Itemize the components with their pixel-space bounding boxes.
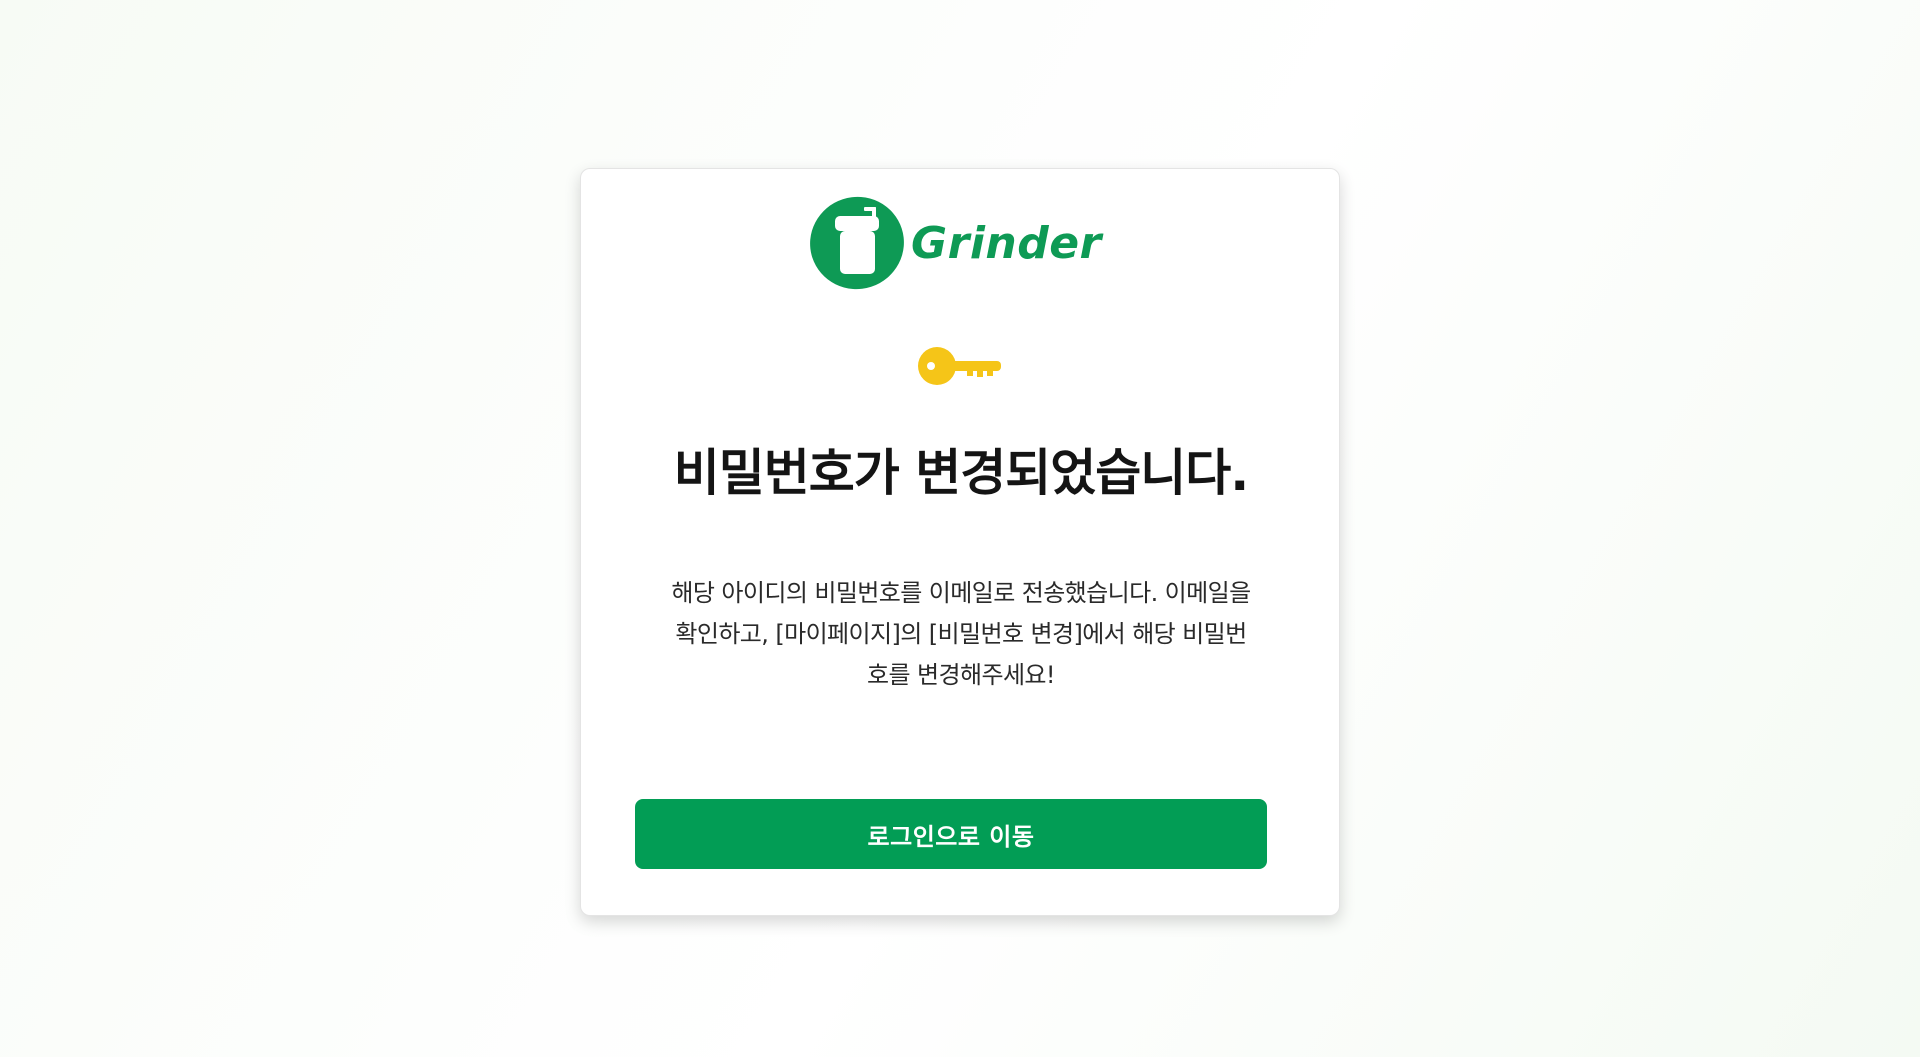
key-icon bbox=[918, 347, 1001, 385]
password-changed-card: Grinder 비밀번호가 변경되었습니다. 해당 아이디의 비밀번호를 이메일… bbox=[580, 168, 1340, 916]
brand-logo[interactable]: Grinder bbox=[809, 195, 1102, 291]
info-message: 해당 아이디의 비밀번호를 이메일로 전송했습니다. 이메일을 확인하고, [마… bbox=[671, 579, 1251, 689]
coffee-grinder-icon bbox=[810, 196, 904, 290]
brand-name: Grinder bbox=[911, 217, 1102, 269]
go-to-login-button[interactable]: 로그인으로 이동 bbox=[635, 799, 1267, 869]
page-title: 비밀번호가 변경되었습니다. bbox=[673, 444, 1249, 502]
